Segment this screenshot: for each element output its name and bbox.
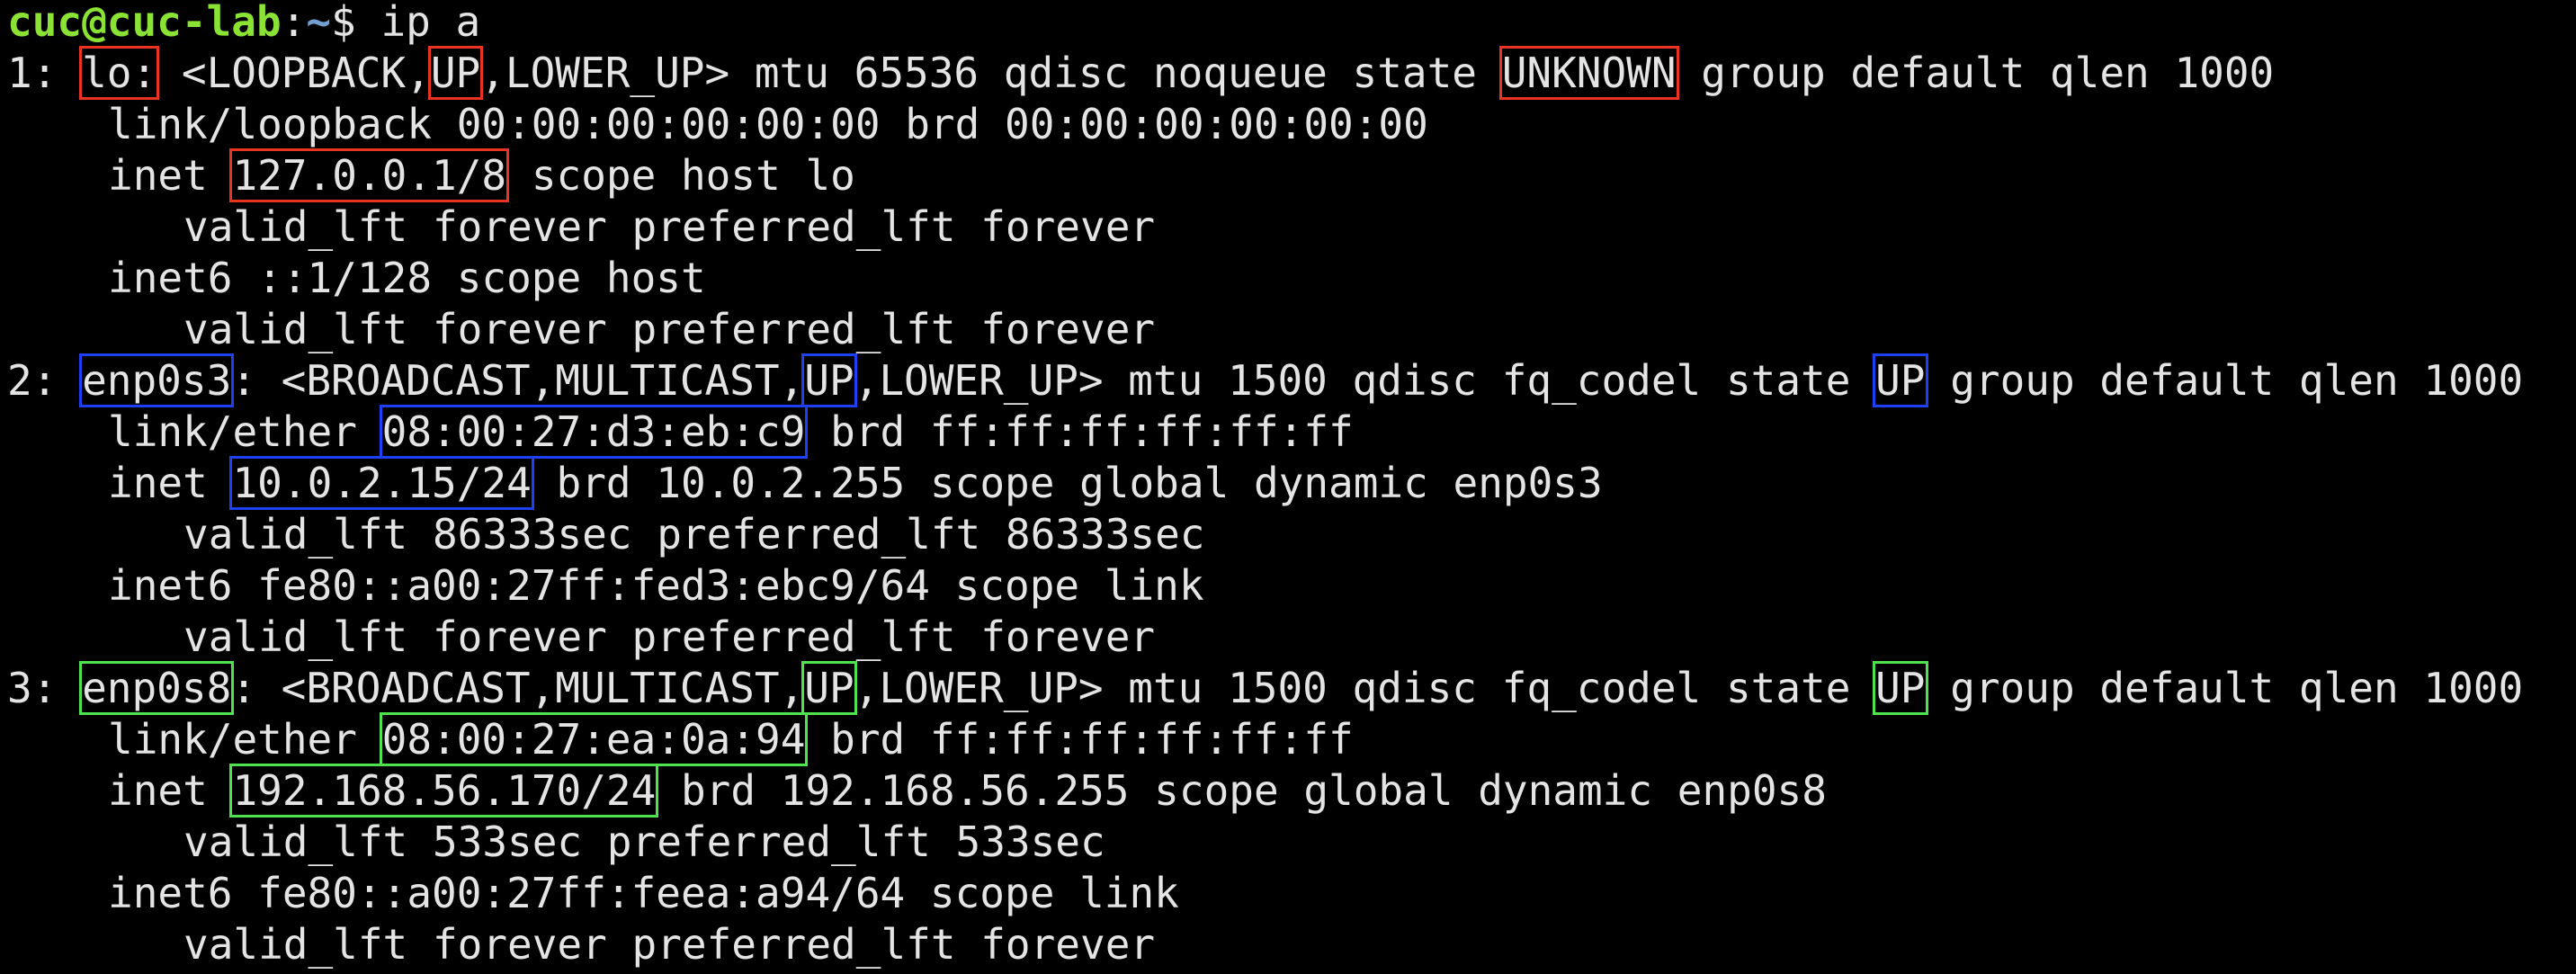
state-highlight: UNKNOWN <box>1498 46 1679 100</box>
inet6-line-enp0s8: inet6 fe80::a00:27ff:feea:a94/64 scope l… <box>7 871 2571 923</box>
prompt-user-host: cuc@cuc-lab <box>7 0 282 46</box>
iface-name-highlight: enp0s3 <box>79 353 235 407</box>
inet-address-highlight: 10.0.2.15/24 <box>229 456 534 510</box>
iface-index: 3: <box>7 664 83 712</box>
link-label: link/ether <box>108 715 382 764</box>
prompt-separator: : <box>281 0 307 46</box>
lifetime-text: valid_lft forever preferred_lft forever <box>183 920 1156 969</box>
inet-rest: brd 10.0.2.255 scope global dynamic enp0… <box>531 459 1603 507</box>
iface-name-highlight: enp0s8 <box>79 661 235 715</box>
iface-header-enp0s8: 3: enp0s8: <BROADCAST,MULTICAST,UP,LOWER… <box>7 661 2571 718</box>
iface-flags: <LOOPBACK, <box>157 49 431 97</box>
inet-lifetime-enp0s8: valid_lft 533sec preferred_lft 533sec <box>7 820 2571 871</box>
inet6-lifetime-lo: valid_lft forever preferred_lft forever <box>7 308 2571 359</box>
inet-label: inet <box>108 151 233 200</box>
inet-lifetime-lo: valid_lft forever preferred_lft forever <box>7 205 2571 256</box>
inet-rest: scope host lo <box>506 151 855 200</box>
inet-line-enp0s8: inet 192.168.56.170/24 brd 192.168.56.25… <box>7 764 2571 820</box>
iface-tail: group default qlen 1000 <box>1925 356 2524 405</box>
inet6-lifetime-enp0s8: valid_lft forever preferred_lft forever <box>7 923 2571 974</box>
lifetime-text: valid_lft 533sec preferred_lft 533sec <box>183 818 1105 866</box>
inet6-line-lo: inet6 ::1/128 scope host <box>7 256 2571 308</box>
iface-tail: group default qlen 1000 <box>1925 664 2524 712</box>
lifetime-text: valid_lft forever preferred_lft forever <box>183 305 1156 353</box>
inet6-text: inet6 fe80::a00:27ff:feea:a94/64 scope l… <box>108 869 1179 917</box>
prompt-symbol: $ <box>331 0 381 46</box>
prompt-line: cuc@cuc-lab:~$ ip a <box>7 0 2571 51</box>
link-line-enp0s8: link/ether 08:00:27:ea:0a:94 brd ff:ff:f… <box>7 712 2571 769</box>
mac-address-highlight: 08:00:27:d3:eb:c9 <box>379 405 809 459</box>
mac-address-highlight: 08:00:27:ea:0a:94 <box>379 712 809 766</box>
flag-up-highlight: UP <box>801 353 857 407</box>
terminal-output[interactable]: cuc@cuc-lab:~$ ip a 1: lo: <LOOPBACK,UP,… <box>7 0 2571 965</box>
lifetime-text: valid_lft 86333sec preferred_lft 86333se… <box>183 510 1205 558</box>
iface-flags: : <BROADCAST,MULTICAST, <box>231 356 805 405</box>
inet6-text: inet6 ::1/128 scope host <box>108 254 706 302</box>
iface-flags-rest: ,LOWER_UP> mtu 65536 qdisc noqueue state <box>480 49 1502 97</box>
iface-tail: group default qlen 1000 <box>1676 49 2275 97</box>
link-rest: brd ff:ff:ff:ff:ff:ff <box>805 407 1354 456</box>
inet-lifetime-enp0s3: valid_lft 86333sec preferred_lft 86333se… <box>7 513 2571 564</box>
iface-flags-rest: ,LOWER_UP> mtu 1500 qdisc fq_codel state <box>854 664 1876 712</box>
iface-flags: : <BROADCAST,MULTICAST, <box>231 664 805 712</box>
link-line-lo: link/loopback 00:00:00:00:00:00 brd 00:0… <box>7 103 2571 154</box>
inet6-line-enp0s3: inet6 fe80::a00:27ff:fed3:ebc9/64 scope … <box>7 564 2571 615</box>
state-highlight: UP <box>1873 661 1928 715</box>
iface-flags-rest: ,LOWER_UP> mtu 1500 qdisc fq_codel state <box>854 356 1876 405</box>
link-label: link/ether <box>108 407 382 456</box>
link-text: link/loopback 00:00:00:00:00:00 brd 00:0… <box>108 100 1428 148</box>
iface-index: 1: <box>7 49 83 97</box>
link-rest: brd ff:ff:ff:ff:ff:ff <box>805 715 1354 764</box>
inet-label: inet <box>108 459 233 507</box>
lifetime-text: valid_lft forever preferred_lft forever <box>183 202 1156 251</box>
iface-header-lo: 1: lo: <LOOPBACK,UP,LOWER_UP> mtu 65536 … <box>7 46 2571 103</box>
flag-up-highlight: UP <box>427 46 484 100</box>
iface-name-highlight: lo: <box>79 46 160 100</box>
lifetime-text: valid_lft forever preferred_lft forever <box>183 612 1156 661</box>
inet-address-highlight: 192.168.56.170/24 <box>229 764 659 818</box>
inet-line-enp0s3: inet 10.0.2.15/24 brd 10.0.2.255 scope g… <box>7 456 2571 513</box>
prompt-path: ~ <box>306 0 332 46</box>
inet-line-lo: inet 127.0.0.1/8 scope host lo <box>7 148 2571 205</box>
link-line-enp0s3: link/ether 08:00:27:d3:eb:c9 brd ff:ff:f… <box>7 405 2571 461</box>
command-text: ip a <box>380 0 481 46</box>
inet-label: inet <box>108 766 233 815</box>
iface-header-enp0s3: 2: enp0s3: <BROADCAST,MULTICAST,UP,LOWER… <box>7 353 2571 410</box>
flag-up-highlight: UP <box>801 661 857 715</box>
inet6-lifetime-enp0s3: valid_lft forever preferred_lft forever <box>7 615 2571 666</box>
inet-address-highlight: 127.0.0.1/8 <box>229 148 510 202</box>
inet6-text: inet6 fe80::a00:27ff:fed3:ebc9/64 scope … <box>108 561 1204 610</box>
iface-index: 2: <box>7 356 83 405</box>
inet-rest: brd 192.168.56.255 scope global dynamic … <box>656 766 1827 815</box>
state-highlight: UP <box>1873 353 1928 407</box>
